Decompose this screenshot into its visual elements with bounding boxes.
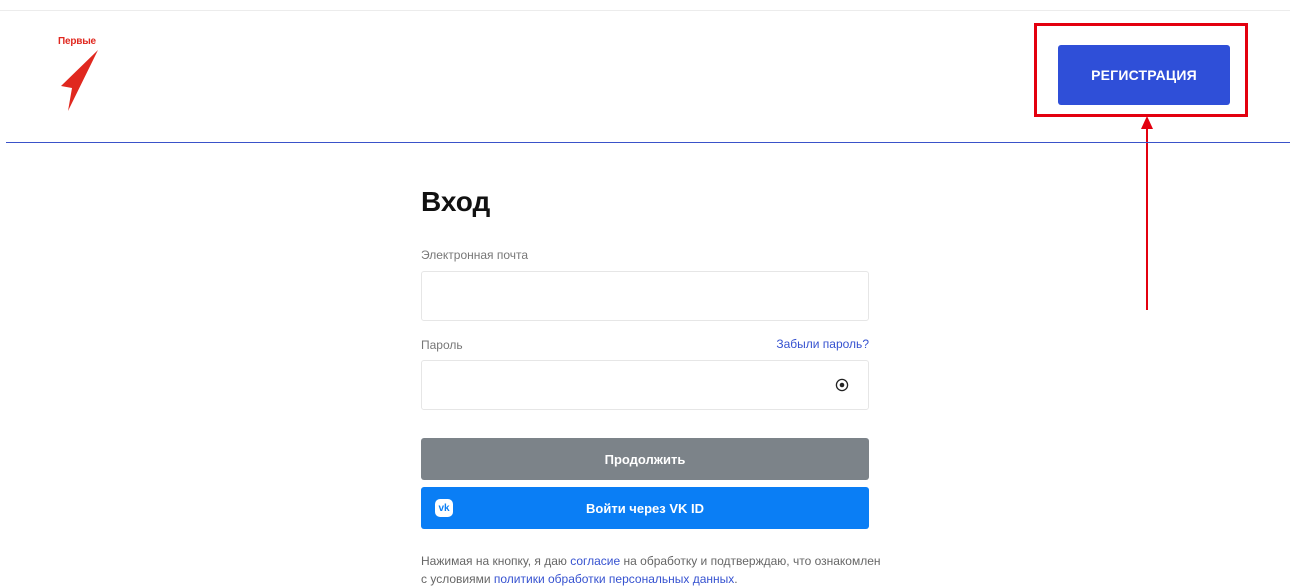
vk-login-button[interactable]: vk Войти через VK ID	[421, 487, 869, 529]
continue-button[interactable]: Продолжить	[421, 438, 869, 480]
top-divider	[0, 10, 1290, 11]
consent-text-part1: Нажимая на кнопку, я даю	[421, 554, 571, 568]
email-field[interactable]	[421, 271, 869, 321]
header-divider	[6, 142, 1290, 143]
email-label: Электронная почта	[421, 248, 529, 262]
vk-login-label: Войти через VK ID	[586, 500, 704, 516]
consent-text: Нажимая на кнопку, я даю согласие на обр…	[421, 552, 881, 588]
logo-text: Первые	[58, 36, 96, 47]
arrow-logo-icon	[61, 50, 98, 111]
password-label: Пароль	[421, 338, 463, 352]
password-field[interactable]	[421, 360, 869, 410]
page-title: Вход	[421, 186, 491, 217]
annotation-arrow	[1141, 116, 1153, 310]
logo[interactable]: Первые	[58, 36, 108, 116]
consent-text-part3: .	[734, 572, 738, 586]
vk-icon: vk	[435, 499, 453, 517]
register-button[interactable]: РЕГИСТРАЦИЯ	[1058, 45, 1230, 105]
forgot-password-link[interactable]: Забыли пароль?	[776, 337, 869, 351]
show-password-icon[interactable]	[835, 378, 849, 392]
privacy-policy-link[interactable]: политики обработки персональных данных	[494, 572, 734, 586]
consent-link[interactable]: согласие	[570, 554, 620, 568]
